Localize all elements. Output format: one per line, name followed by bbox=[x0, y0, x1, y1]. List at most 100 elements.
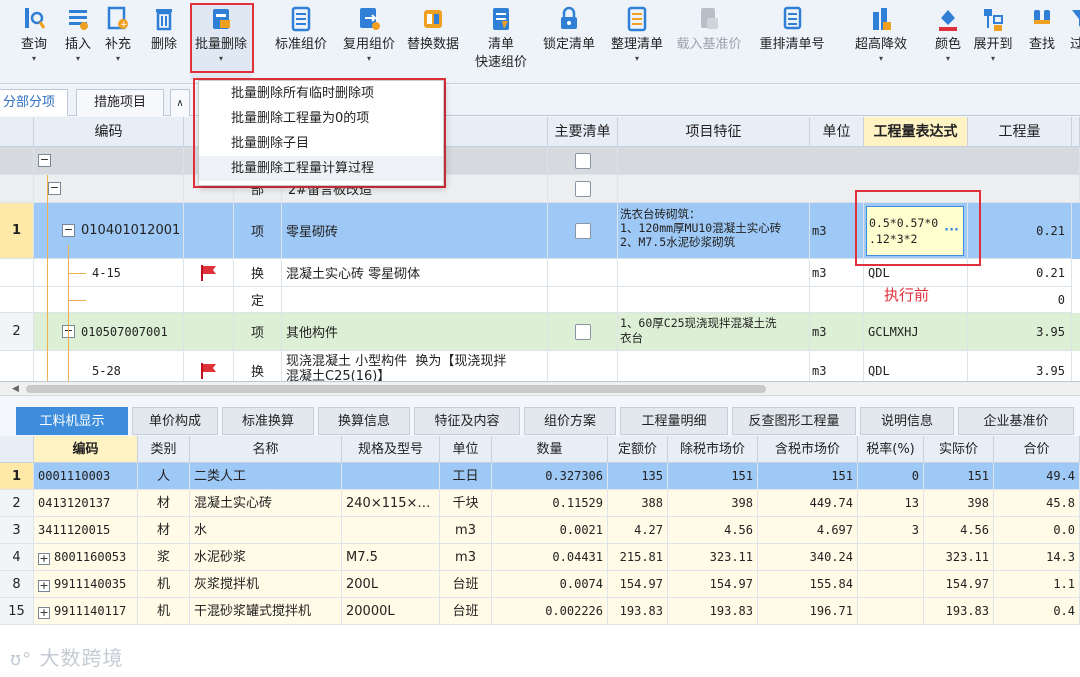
material-name[interactable]: 水 bbox=[190, 517, 342, 544]
tab-material-display[interactable]: 工料机显示 bbox=[16, 407, 128, 435]
material-unit[interactable]: 台班 bbox=[440, 571, 492, 598]
material-real-price[interactable]: 323.11 bbox=[924, 544, 994, 571]
header-spec[interactable]: 规格及型号 bbox=[342, 436, 440, 463]
header-unit[interactable]: 单位 bbox=[810, 117, 864, 147]
header-tax-rate[interactable]: 税率(%) bbox=[858, 436, 924, 463]
material-total[interactable]: 1.1 bbox=[994, 571, 1080, 598]
table-row[interactable]: 5-28 换 现浇混凝土 小型构件 换为【现浇现拌 混凝土C25(16)】 m3… bbox=[0, 351, 1080, 381]
header-name[interactable]: 名称 bbox=[190, 436, 342, 463]
supplement-button[interactable]: + 补充 ▾ bbox=[100, 4, 136, 80]
table-row-selected[interactable]: 1 0001110003 人 二类人工 工日 0.327306 135 151 151 0 151 4… bbox=[0, 463, 1080, 490]
material-ex-tax-price[interactable]: 193.83 bbox=[668, 598, 758, 625]
query-button[interactable]: 查询 ▾ bbox=[16, 4, 52, 80]
material-name[interactable]: 干混砂浆罐式搅拌机 bbox=[190, 598, 342, 625]
main-list-checkbox[interactable] bbox=[574, 152, 591, 169]
header-total[interactable]: 合价 bbox=[994, 436, 1080, 463]
delete-button[interactable]: 删除 bbox=[146, 4, 182, 80]
material-base-price[interactable]: 215.81 bbox=[608, 544, 668, 571]
table-row[interactable]: 3 3411120015 材 水 m3 0.0021 4.27 4.56 4.697 3 4.56 0… bbox=[0, 517, 1080, 544]
scrollbar-thumb[interactable] bbox=[26, 385, 766, 393]
header-quantity[interactable]: 工程量 bbox=[968, 117, 1072, 147]
material-inc-tax-price[interactable]: 155.84 bbox=[758, 571, 858, 598]
material-spec[interactable]: M7.5 bbox=[342, 544, 440, 571]
material-ex-tax-price[interactable]: 4.56 bbox=[668, 517, 758, 544]
material-ex-tax-price[interactable]: 398 bbox=[668, 490, 758, 517]
material-inc-tax-price[interactable]: 4.697 bbox=[758, 517, 858, 544]
material-code[interactable]: 3411120015 bbox=[34, 517, 138, 544]
material-unit[interactable]: 工日 bbox=[440, 463, 492, 490]
header-inc-tax-price[interactable]: 含税市场价 bbox=[758, 436, 858, 463]
material-category[interactable]: 材 bbox=[138, 517, 190, 544]
expand-icon[interactable]: + bbox=[38, 553, 50, 565]
table-row[interactable]: 15 +9911140117 机 干混砂浆罐式搅拌机 20000L 台班 0.002226 1… bbox=[0, 598, 1080, 625]
tab-notes[interactable]: 说明信息 bbox=[860, 407, 954, 435]
header-quantity[interactable]: 数量 bbox=[492, 436, 608, 463]
menu-item-delete-temp[interactable]: 批量删除所有临时删除项 bbox=[199, 81, 443, 106]
header-feature[interactable]: 项目特征 bbox=[618, 117, 810, 147]
expand-icon[interactable]: + bbox=[38, 580, 50, 592]
material-inc-tax-price[interactable]: 340.24 bbox=[758, 544, 858, 571]
material-quantity[interactable]: 0.11529 bbox=[492, 490, 608, 517]
material-spec[interactable]: 240×115×… bbox=[342, 490, 440, 517]
menu-item-delete-subitems[interactable]: 批量删除子目 bbox=[199, 131, 443, 156]
material-tax-rate[interactable] bbox=[858, 544, 924, 571]
material-spec[interactable]: 200L bbox=[342, 571, 440, 598]
tab-standard-conversion[interactable]: 标准换算 bbox=[222, 407, 314, 435]
tab-features[interactable]: 特征及内容 bbox=[414, 407, 520, 435]
material-name[interactable]: 灰浆搅拌机 bbox=[190, 571, 342, 598]
material-inc-tax-price[interactable]: 196.71 bbox=[758, 598, 858, 625]
tab-price-plan[interactable]: 组价方案 bbox=[524, 407, 616, 435]
material-name[interactable]: 水泥砂浆 bbox=[190, 544, 342, 571]
material-tax-rate[interactable]: 3 bbox=[858, 517, 924, 544]
expand-to-button[interactable]: 展开到 ▾ bbox=[970, 4, 1016, 80]
material-code[interactable]: 0001110003 bbox=[34, 463, 138, 490]
table-row[interactable]: − bbox=[0, 147, 1080, 175]
material-category[interactable]: 机 bbox=[138, 598, 190, 625]
material-base-price[interactable]: 4.27 bbox=[608, 517, 668, 544]
material-total[interactable]: 0.4 bbox=[994, 598, 1080, 625]
material-tax-rate[interactable]: 0 bbox=[858, 463, 924, 490]
material-total[interactable]: 0.0 bbox=[994, 517, 1080, 544]
tab-graphic-qty[interactable]: 反查图形工程量 bbox=[732, 407, 856, 435]
material-spec[interactable] bbox=[342, 463, 440, 490]
header-expression[interactable]: 工程量表达式 bbox=[864, 117, 968, 147]
material-base-price[interactable]: 193.83 bbox=[608, 598, 668, 625]
material-real-price[interactable]: 154.97 bbox=[924, 571, 994, 598]
row-feature[interactable]: 1、60厚C25现浇现拌混凝土洗 衣台 bbox=[618, 313, 810, 351]
material-base-price[interactable]: 154.97 bbox=[608, 571, 668, 598]
material-category[interactable]: 浆 bbox=[138, 544, 190, 571]
material-real-price[interactable]: 398 bbox=[924, 490, 994, 517]
material-code[interactable]: +9911140035 bbox=[34, 571, 138, 598]
material-quantity[interactable]: 0.002226 bbox=[492, 598, 608, 625]
table-row[interactable]: 2 −010507007001 项 其他构件 1、60厚C25现浇现拌混凝土洗 … bbox=[0, 313, 1080, 351]
reuse-price-button[interactable]: 复用组价 ▾ bbox=[338, 4, 400, 80]
material-unit[interactable]: 台班 bbox=[440, 598, 492, 625]
material-category[interactable]: 材 bbox=[138, 490, 190, 517]
header-real-price[interactable]: 实际价 bbox=[924, 436, 994, 463]
tab-sub-items[interactable]: 分部分项 bbox=[0, 89, 68, 116]
tab-unit-price[interactable]: 单价构成 bbox=[132, 407, 218, 435]
material-category[interactable]: 人 bbox=[138, 463, 190, 490]
horizontal-scrollbar[interactable]: ◀ bbox=[0, 382, 1080, 396]
quick-price-button[interactable]: 清单 快速组价 bbox=[470, 4, 532, 80]
material-code[interactable]: +8001160053 bbox=[34, 544, 138, 571]
header-unit[interactable]: 单位 bbox=[440, 436, 492, 463]
header-base-price[interactable]: 定额价 bbox=[608, 436, 668, 463]
material-real-price[interactable]: 4.56 bbox=[924, 517, 994, 544]
material-real-price[interactable]: 193.83 bbox=[924, 598, 994, 625]
material-quantity[interactable]: 0.0074 bbox=[492, 571, 608, 598]
material-real-price[interactable]: 151 bbox=[924, 463, 994, 490]
standard-price-button[interactable]: 标准组价 bbox=[270, 4, 332, 80]
tab-conversion-info[interactable]: 换算信息 bbox=[318, 407, 410, 435]
material-total[interactable]: 45.8 bbox=[994, 490, 1080, 517]
header-code[interactable]: 编码 bbox=[34, 436, 138, 463]
lock-list-button[interactable]: 锁定清单 bbox=[538, 4, 600, 80]
menu-item-delete-zero-qty[interactable]: 批量删除工程量为0的项 bbox=[199, 106, 443, 131]
collapse-icon[interactable]: − bbox=[38, 154, 51, 167]
collapse-icon[interactable]: − bbox=[62, 224, 75, 237]
find-button[interactable]: 查找 bbox=[1024, 4, 1060, 80]
row-expression[interactable]: GCLMXHJ bbox=[864, 313, 968, 351]
main-list-checkbox[interactable] bbox=[574, 222, 591, 239]
material-unit[interactable]: 千块 bbox=[440, 490, 492, 517]
material-name[interactable]: 二类人工 bbox=[190, 463, 342, 490]
